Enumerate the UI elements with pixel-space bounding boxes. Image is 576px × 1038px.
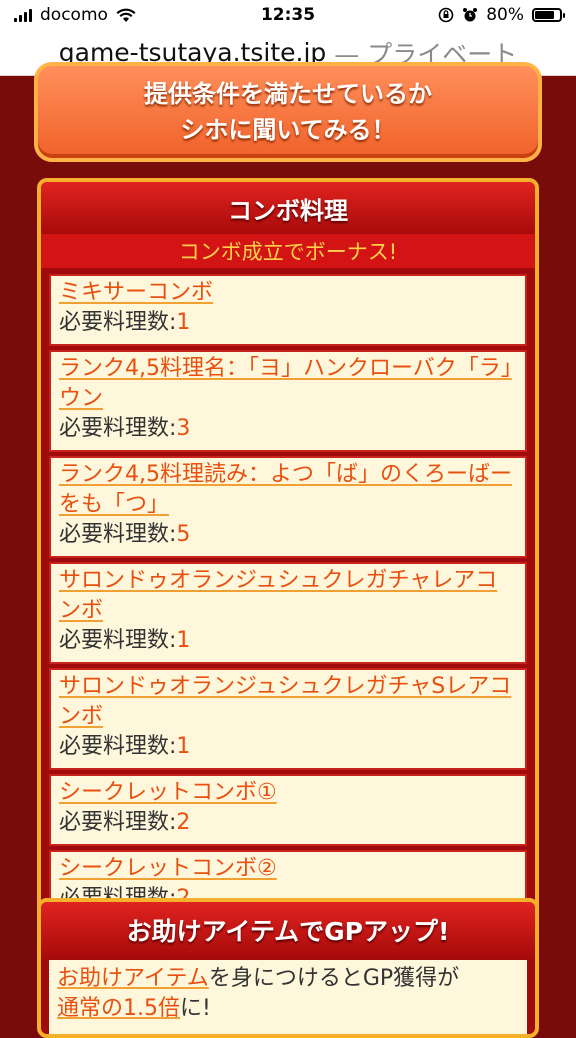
combo-requirement: 必要料理数:3 (59, 414, 519, 444)
requirement-label: 必要料理数: (59, 310, 177, 335)
combo-panel-subtitle: コンボ成立でボーナス! (41, 234, 535, 268)
combo-item: ミキサーコンボ 必要料理数:1 (49, 274, 527, 346)
requirement-count: 1 (176, 310, 191, 335)
help-text-1: を身につけるとGP獲得が (208, 966, 460, 991)
combo-requirement: 必要料理数:1 (59, 308, 519, 338)
help-item-link[interactable]: お助けアイテム (57, 966, 209, 991)
combo-requirement: 必要料理数:1 (59, 626, 519, 656)
battery-fill (535, 11, 554, 19)
battery-percent: 80% (486, 5, 524, 25)
requirement-count: 5 (176, 522, 191, 547)
combo-link[interactable]: シークレットコンボ① (59, 780, 277, 805)
page-content: 提供条件を満たせているか シホに聞いてみる！ コンボ料理 コンボ成立でボーナス!… (0, 62, 576, 1038)
combo-list: ミキサーコンボ 必要料理数:1 ランク4,5料理名：「ヨ」ハンクローバク「ラ」ウ… (41, 268, 535, 930)
status-left: docomo (14, 5, 136, 25)
combo-item: ランク4,5料理名：「ヨ」ハンクローバク「ラ」ウン 必要料理数:3 (49, 350, 527, 452)
status-right: 80% (438, 5, 565, 25)
requirement-count: 1 (176, 628, 191, 653)
battery-icon (532, 8, 565, 22)
combo-item: サロンドゥオランジュシュクレガチャSレアコンボ 必要料理数:1 (49, 668, 527, 770)
ask-button-line2: シホに聞いてみる！ (180, 116, 396, 144)
combo-item: ランク4,5料理読み：よつ「ば」のくろーばーをも「つ」 必要料理数:5 (49, 456, 527, 558)
wifi-icon (116, 8, 136, 22)
help-panel-body: お助けアイテムを身につけるとGP獲得が 通常の1.5倍に! (49, 960, 527, 1034)
combo-link[interactable]: サロンドゥオランジュシュクレガチャレアコンボ (59, 568, 497, 623)
combo-link[interactable]: ミキサーコンボ (59, 280, 213, 305)
combo-item: シークレットコンボ① 必要料理数:2 (49, 774, 527, 846)
requirement-count: 3 (176, 416, 191, 441)
combo-requirement: 必要料理数:5 (59, 520, 519, 550)
combo-requirement: 必要料理数:1 (59, 732, 519, 762)
requirement-label: 必要料理数: (59, 628, 177, 653)
requirement-label: 必要料理数: (59, 416, 177, 441)
signal-icon (14, 8, 32, 22)
requirement-label: 必要料理数: (59, 522, 177, 547)
help-panel-title: お助けアイテムでGPアップ! (41, 902, 535, 958)
requirement-label: 必要料理数: (59, 810, 177, 835)
carrier-name: docomo (40, 5, 108, 25)
combo-link[interactable]: ランク4,5料理読み：よつ「ば」のくろーばーをも「つ」 (59, 462, 512, 517)
combo-item: サロンドゥオランジュシュクレガチャレアコンボ 必要料理数:1 (49, 562, 527, 664)
ask-button-line1: 提供条件を満たせているか (144, 80, 432, 108)
multiplier-link[interactable]: 通常の1.5倍 (57, 996, 180, 1021)
requirement-count: 1 (176, 734, 191, 759)
requirement-label: 必要料理数: (59, 734, 177, 759)
help-text-2: に! (180, 996, 211, 1021)
combo-link[interactable]: サロンドゥオランジュシュクレガチャSレアコンボ (59, 674, 511, 729)
ask-shiho-button[interactable]: 提供条件を満たせているか シホに聞いてみる！ (34, 62, 542, 162)
alarm-icon (463, 8, 478, 22)
combo-link[interactable]: ランク4,5料理名：「ヨ」ハンクローバク「ラ」ウン (59, 356, 512, 411)
status-bar: docomo 12:35 80% (0, 0, 576, 30)
combo-panel: コンボ料理 コンボ成立でボーナス! ミキサーコンボ 必要料理数:1 ランク4,5… (37, 178, 539, 990)
combo-requirement: 必要料理数:2 (59, 808, 519, 838)
requirement-count: 2 (176, 810, 191, 835)
combo-panel-title: コンボ料理 (41, 182, 535, 234)
orientation-lock-icon (438, 7, 454, 23)
help-item-panel: お助けアイテムでGPアップ! お助けアイテムを身につけるとGP獲得が 通常の1.… (37, 898, 539, 1038)
combo-link[interactable]: シークレットコンボ② (59, 856, 277, 881)
